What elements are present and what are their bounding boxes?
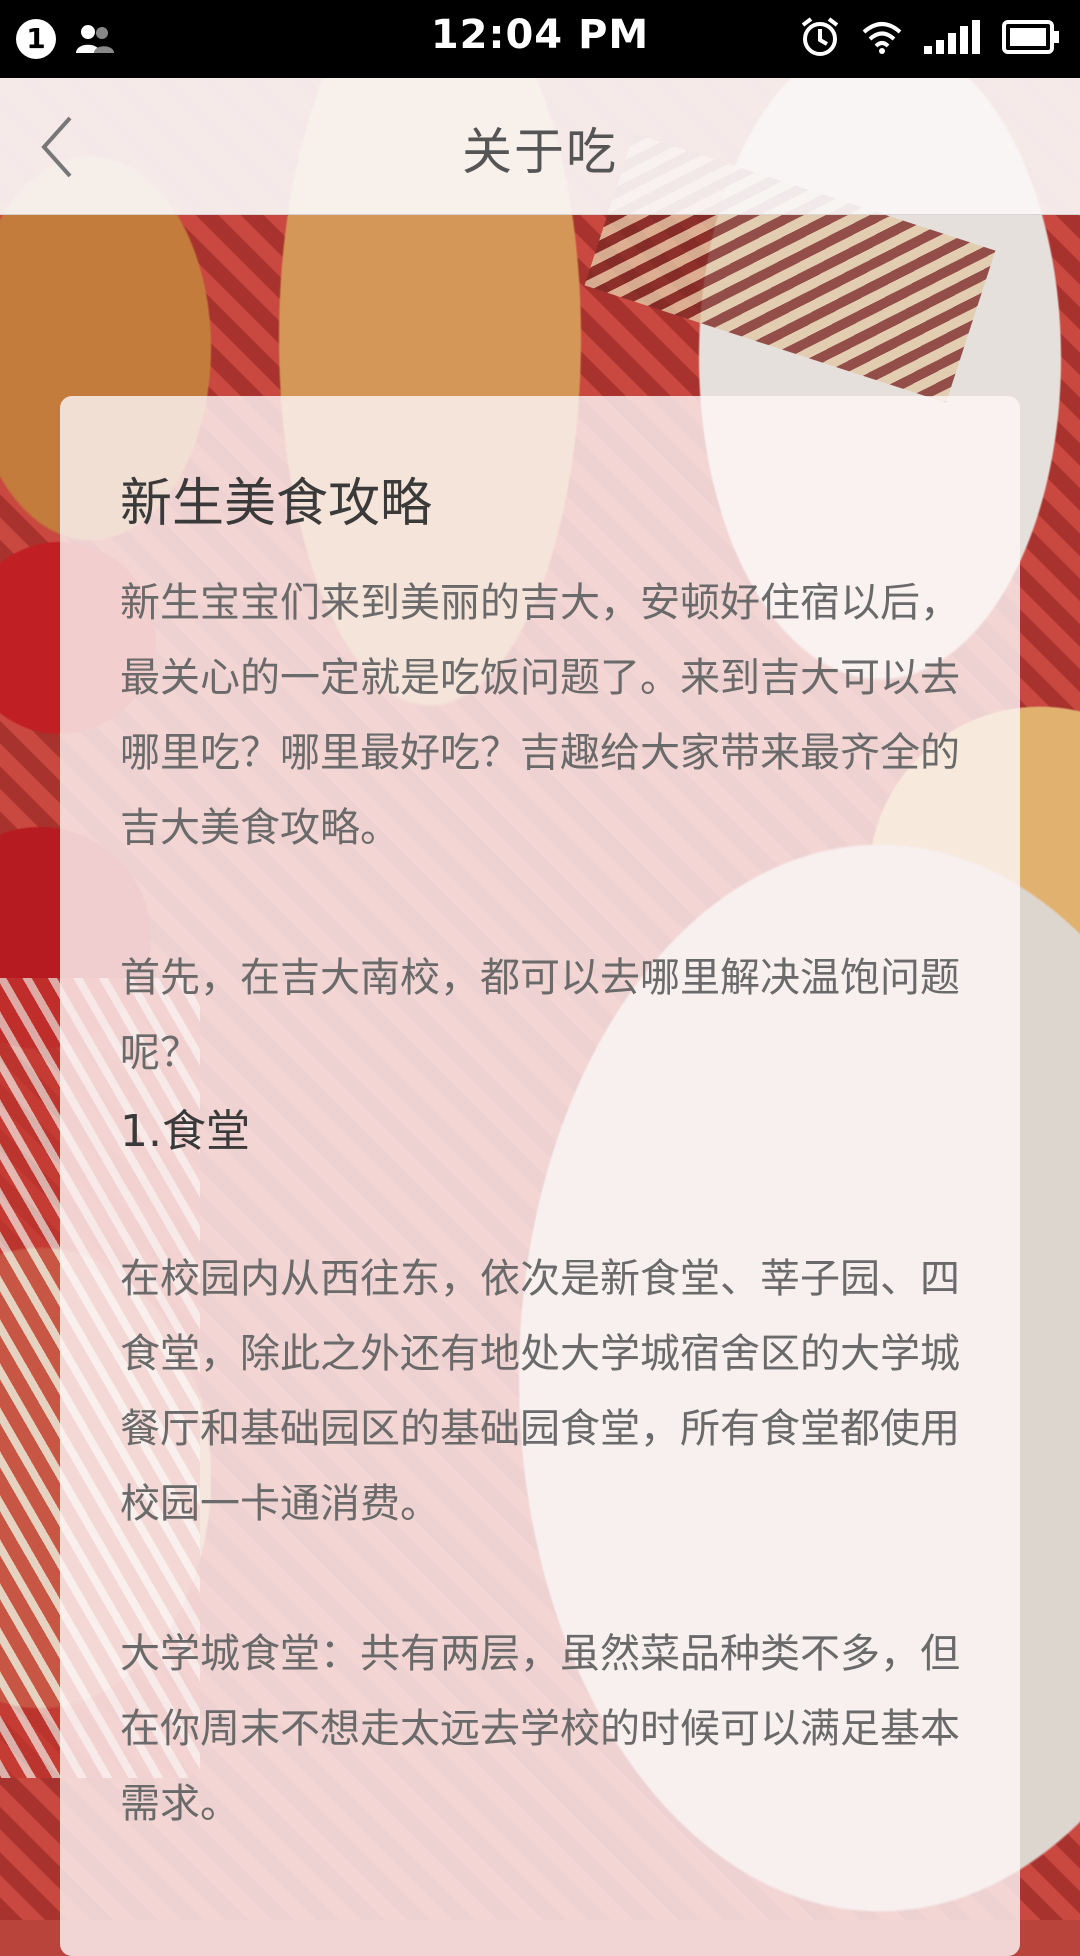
article-content: 新生美食攻略 新生宝宝们来到美丽的吉大，安顿好住宿以后，最关心的一定就是吃饭问题… xyxy=(120,468,965,1842)
article-title: 新生美食攻略 xyxy=(120,474,433,534)
page-title: 关于吃 xyxy=(462,123,618,181)
article-card: 新生美食攻略 新生宝宝们来到美丽的吉大，安顿好住宿以后，最关心的一定就是吃饭问题… xyxy=(60,396,1020,1956)
university-city-canteen-paragraph: 大学城食堂：共有两层，虽然菜品种类不多，但在你周末不想走太远去学校的时候可以满足… xyxy=(120,1631,960,1827)
canteen-paragraph: 在校园内从西往东，依次是新食堂、莘子园、四食堂，除此之外还有地处大学城宿舍区的大… xyxy=(120,1256,960,1527)
question-paragraph: 首先，在吉大南校，都可以去哪里解决温饱问题呢？ xyxy=(120,955,960,1076)
alarm-icon xyxy=(800,16,840,62)
wifi-icon xyxy=(862,20,902,58)
signal-icon xyxy=(924,20,980,58)
intro-paragraph: 新生宝宝们来到美丽的吉大，安顿好住宿以后，最关心的一定就是吃饭问题了。来到吉大可… xyxy=(120,580,960,851)
section-title-canteen: 1.食堂 xyxy=(120,1106,250,1157)
status-bar: 1 12:04 PM xyxy=(0,0,1080,78)
status-icons xyxy=(800,14,1060,64)
app-header: 关于吃 xyxy=(0,78,1080,215)
battery-icon xyxy=(1002,20,1060,58)
